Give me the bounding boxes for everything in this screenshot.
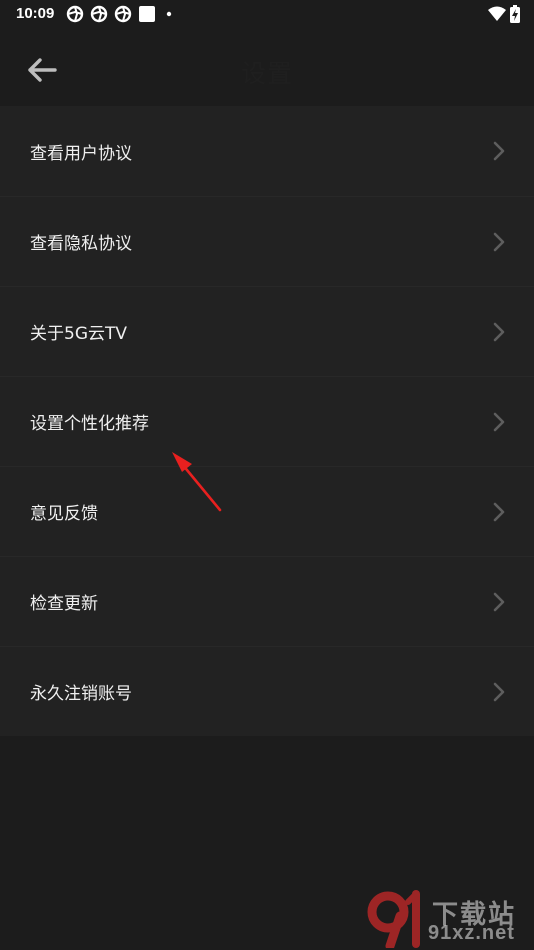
settings-item-feedback[interactable]: 意见反馈 (0, 466, 534, 556)
settings-item-check-update[interactable]: 检查更新 (0, 556, 534, 646)
settings-item-label: 意见反馈 (30, 504, 98, 524)
settings-item-label: 永久注销账号 (30, 684, 132, 704)
settings-list: 查看用户协议 查看隐私协议 关于5G云TV 设置个性化推荐 意见反馈 检查更新 … (0, 106, 534, 736)
watermark-logo-icon (367, 890, 420, 948)
square-notification-icon (139, 6, 155, 22)
settings-item-label: 查看用户协议 (30, 143, 132, 164)
system-icons (488, 5, 520, 23)
chevron-right-icon (493, 322, 505, 342)
dot-icon (166, 11, 172, 17)
status-time: 10:09 (16, 5, 55, 22)
chevron-right-icon (493, 682, 505, 702)
battery-charging-icon (510, 5, 520, 23)
settings-item-personalized-recommendation[interactable]: 设置个性化推荐 (0, 376, 534, 466)
app-notification-icon (90, 5, 108, 23)
status-bar: 10:09 (0, 0, 534, 28)
app-notification-icon (66, 5, 84, 23)
notification-icons (66, 5, 176, 23)
watermark: 下载站 91xz.net (360, 890, 530, 948)
chevron-right-icon (493, 232, 505, 252)
settings-item-label: 查看隐私协议 (30, 234, 132, 254)
page-title: 设置 (240, 59, 293, 88)
settings-item-delete-account[interactable]: 永久注销账号 (0, 646, 534, 736)
chevron-right-icon (493, 141, 505, 161)
app-header: 设置 (0, 28, 534, 106)
settings-item-user-agreement[interactable]: 查看用户协议 (0, 106, 534, 196)
settings-item-label: 检查更新 (30, 594, 98, 614)
settings-item-label: 设置个性化推荐 (30, 414, 149, 434)
settings-item-about[interactable]: 关于5G云TV (0, 286, 534, 376)
chevron-right-icon (493, 502, 505, 522)
settings-screen: 10:09 设置 查看用户协议 查看隐私协议 关于5G云TV 设置个性化推荐 意… (0, 0, 534, 950)
watermark-title: 下载站 (432, 900, 517, 930)
settings-item-label: 关于5G云TV (30, 324, 128, 344)
chevron-right-icon (493, 412, 505, 432)
wifi-icon (488, 6, 506, 21)
app-notification-icon (114, 5, 132, 23)
chevron-right-icon (493, 592, 505, 612)
settings-item-privacy-agreement[interactable]: 查看隐私协议 (0, 196, 534, 286)
watermark-url: 91xz.net (428, 922, 515, 944)
